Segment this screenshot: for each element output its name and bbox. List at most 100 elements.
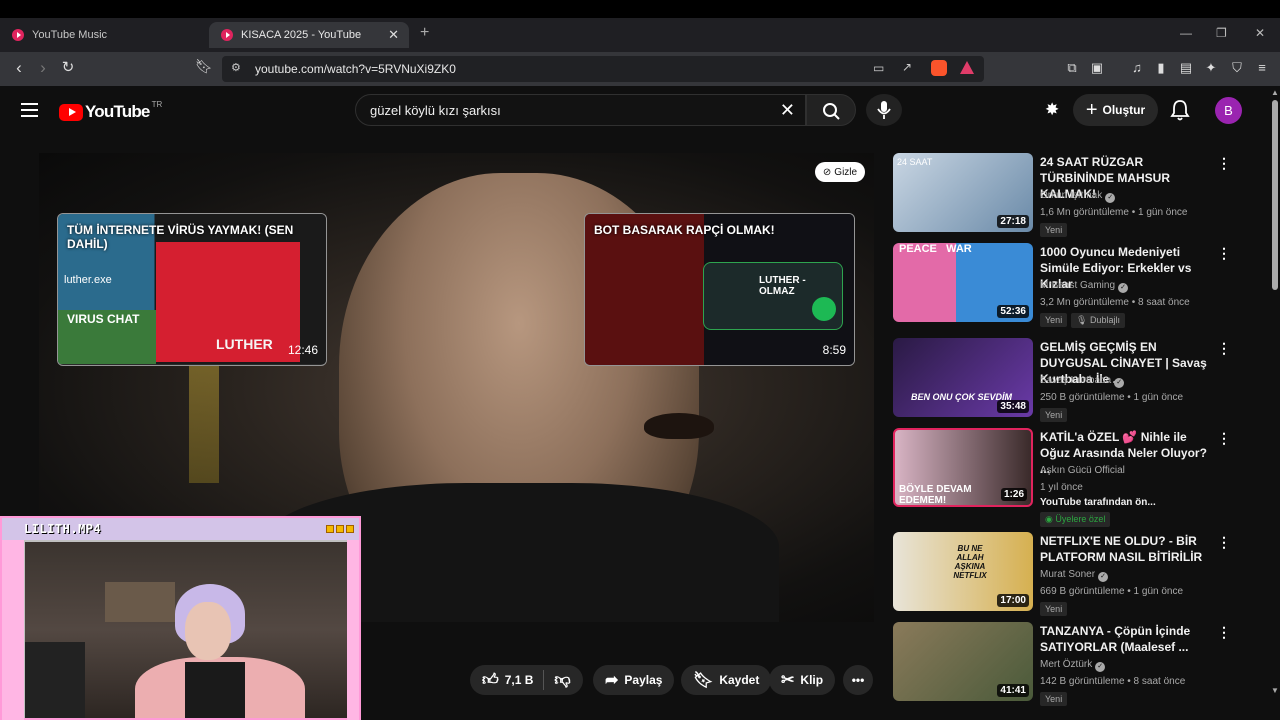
endcard-video-1[interactable]: luther.exe VIRUS CHAT LUTHER TÜM İNTERNE… [57,213,327,366]
hide-endcards-button[interactable]: ⊘ Gizle [815,162,865,182]
browser-menu-icon[interactable]: ≡ [1254,60,1270,76]
youtube-logo[interactable]: YouTube TR [59,100,162,122]
video-meta: 669 B görüntüleme • 1 gün önce [1040,586,1184,597]
thumbnail-text: BÖYLE DEVAM EDEMEM! [899,484,972,506]
endcard-video-2[interactable]: LUTHER - OLMAZ BOT BASARAK RAPÇİ OLMAK! … [584,213,855,366]
search-button[interactable] [806,94,856,126]
clear-search-icon[interactable]: ✕ [780,100,795,121]
video-thumbnail[interactable]: 41:41 [893,622,1033,701]
more-options-icon[interactable]: ⋮ [1217,430,1231,447]
save-button[interactable]: 🔖︎ Kaydet [681,665,772,695]
scroll-up-icon[interactable]: ▲ [1271,88,1279,97]
hide-label: Gizle [834,166,858,178]
share-button[interactable]: ➦ Paylaş [593,665,675,695]
address-bar[interactable]: ⚙︎ youtube.com/watch?v=5RVNuXi9ZK0 ▭ ↗ [222,56,984,82]
browser-tabbar: YouTube Music KISACA 2025 - YouTube ✕ + … [0,0,1280,52]
clip-button[interactable]: ✂ Klip [769,665,836,695]
music-icon[interactable]: ♫ [1129,60,1145,76]
save-bookmark-icon: 🔖︎ [693,672,714,689]
more-options-icon[interactable]: ⋮ [1217,534,1231,551]
reload-icon[interactable]: ↻ [57,58,79,76]
voice-search-button[interactable] [866,94,902,126]
notifications-bell-icon[interactable] [1170,99,1190,121]
bookmark-icon[interactable]: 🔖︎ [193,58,215,75]
more-options-icon[interactable]: ⋮ [1217,245,1231,262]
more-options-icon[interactable]: ⋮ [1217,155,1231,172]
webcam-mug [25,642,85,718]
plus-icon: + [1085,98,1098,121]
ai-sparkle-icon[interactable]: ✸ [1045,100,1059,120]
dubbed-icon: 🎙︎ [1076,315,1090,325]
endcard-1-overlay-text: VIRUS CHAT [67,312,140,326]
account-avatar[interactable]: B [1215,97,1242,124]
new-badge: Yeni [1040,223,1068,237]
thumbs-down-icon[interactable]: 👎︎ [554,671,570,690]
video-thumbnail[interactable]: PEACE WAR 52:36 [893,243,1033,322]
youtube-note: YouTube tarafından ön... [1040,497,1156,508]
leo-ai-icon[interactable]: ✦ [1203,60,1219,76]
brave-shields-icon[interactable] [931,60,947,76]
video-title[interactable]: NETFLIX'E NE OLDU? - BİR PLATFORM NASIL … [1040,533,1212,565]
scrollbar-thumb[interactable] [1272,100,1278,290]
channel-name[interactable]: Mert Öztürk ✓ [1040,659,1106,672]
brave-rewards-icon[interactable] [960,61,974,74]
more-options-icon[interactable]: ⋮ [1217,624,1231,641]
tab-youtube-music[interactable]: YouTube Music [0,22,205,48]
tab-close-icon[interactable]: ✕ [388,27,399,43]
screenshot-icon[interactable]: ▣ [1089,60,1105,76]
channel-name[interactable]: Aşkın Gücü Official [1040,465,1125,476]
verified-icon: ✓ [1114,378,1125,388]
verified-icon: ✓ [1118,283,1129,293]
youtube-header: YouTube TR güzel köylü kızı şarkısı ✕ ✸ … [0,86,1270,134]
vpn-icon[interactable]: ⛉ [1229,60,1245,76]
extensions-icon[interactable]: ⧉ [1064,60,1080,76]
recommendation-item[interactable]: 41:41 TANZANYA - Çöpün İçinde SATIYORLAR… [893,622,1238,720]
search-input[interactable]: güzel köylü kızı şarkısı ✕ [355,94,806,126]
members-label: Üyelere özel [1055,514,1106,524]
thumbs-up-icon[interactable]: 👍︎ [482,671,499,690]
window-close-button[interactable]: ✕ [1255,26,1265,40]
more-actions-button[interactable]: ••• [843,665,873,695]
tab-title: KISACA 2025 - YouTube [241,29,362,41]
video-thumbnail[interactable]: BEN ONU ÇOK SEVDİM 35:48 [893,338,1033,417]
webcam-border-right [347,540,359,720]
channel-name[interactable]: Savaş Kurtbaba ✓ [1040,375,1125,388]
like-count[interactable]: 7,1 B [505,673,534,687]
youtube-play-icon [59,103,83,121]
maximize-button[interactable]: ❐ [1216,26,1227,40]
hamburger-menu-icon[interactable] [21,103,38,121]
create-button[interactable]: + Oluştur [1073,94,1158,126]
video-thumbnail[interactable]: 24 SAAT 27:18 [893,153,1033,232]
sidebar-icon[interactable]: ▮ [1153,60,1169,76]
scissors-icon: ✂ [781,672,795,689]
video-thumbnail[interactable]: BU NE ALLAH AŞKINA NETFLIX 17:00 [893,532,1033,611]
video-duration: 27:18 [997,215,1029,228]
page-scrollbar[interactable]: ▲ ▼ [1270,86,1280,720]
video-thumbnail[interactable]: BÖYLE DEVAM EDEMEM! 1:26 [893,428,1033,507]
endcard-2-duration: 8:59 [822,343,846,357]
video-duration: 1:26 [1000,488,1027,501]
video-duration: 17:00 [997,594,1029,607]
like-divider [543,670,545,690]
channel-name[interactable]: Orkun Işıtmak ✓ [1040,190,1116,203]
scroll-down-icon[interactable]: ▼ [1271,686,1279,695]
webcam-shelf [105,582,175,622]
endcard-1-overlay-text: LUTHER [216,336,273,352]
new-badge: Yeni [1040,692,1068,706]
cast-icon[interactable]: ▭ [873,61,884,75]
share-icon[interactable]: ↗ [902,60,912,74]
channel-name[interactable]: Murat Soner ✓ [1040,569,1109,582]
more-options-icon[interactable]: ⋮ [1217,340,1231,357]
tab-kisaca[interactable]: KISACA 2025 - YouTube ✕ [209,22,409,48]
new-tab-button[interactable]: + [420,24,429,42]
channel-name[interactable]: MrBeast Gaming ✓ [1040,280,1129,293]
search-query: güzel köylü kızı şarkısı [370,103,501,118]
site-info-icon[interactable]: ⚙︎ [231,61,241,74]
wallet-icon[interactable]: ▤ [1178,60,1194,76]
browser-toolbar: ‹ › ↻ 🔖︎ ⚙︎ youtube.com/watch?v=5RVNuXi9… [0,52,1280,86]
video-title[interactable]: TANZANYA - Çöpün İçinde SATIYORLAR (Maal… [1040,623,1212,655]
minimize-button[interactable]: — [1180,26,1192,40]
url-text: youtube.com/watch?v=5RVNuXi9ZK0 [255,62,456,76]
forward-arrow-icon[interactable]: › [32,58,54,78]
back-arrow-icon[interactable]: ‹ [8,58,30,78]
